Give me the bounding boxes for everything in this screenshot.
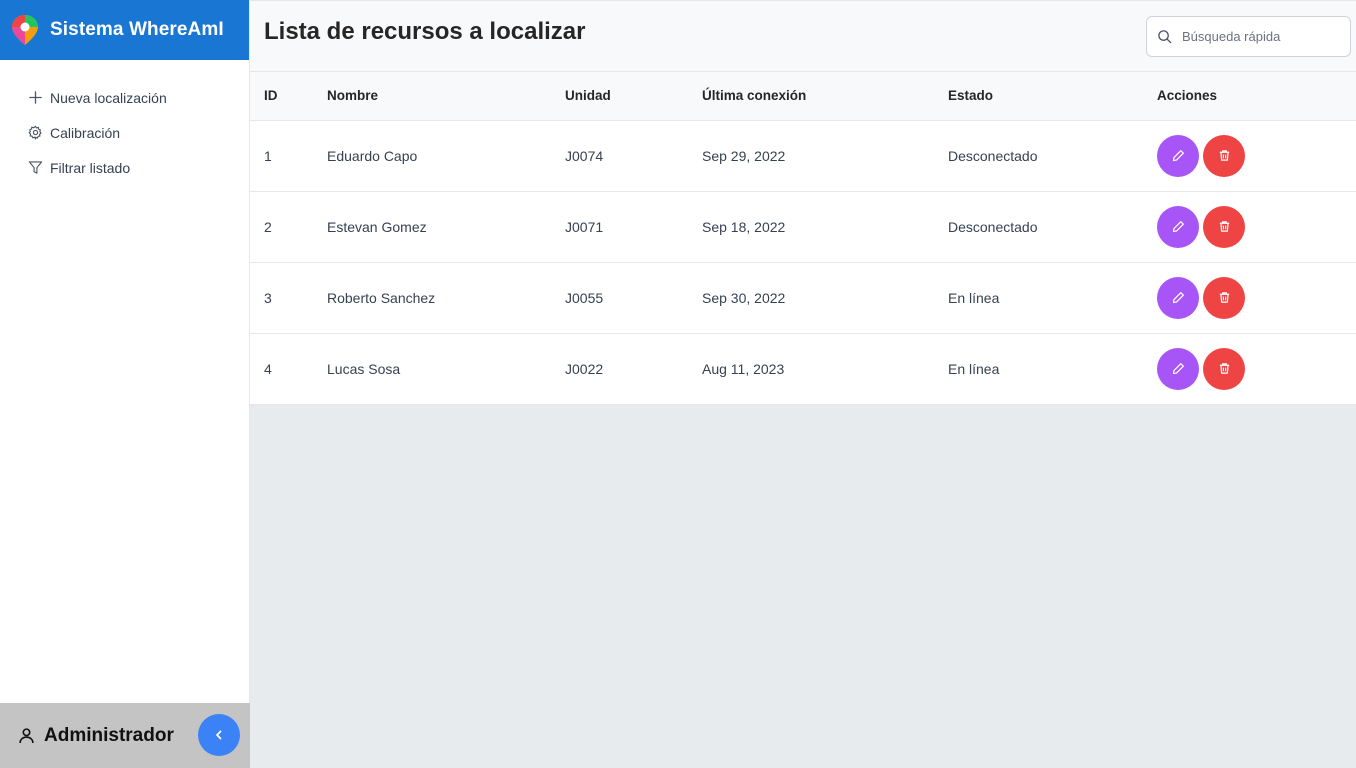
cell-id: 2 [250,191,327,263]
cell-nombre: Roberto Sanchez [327,262,565,334]
cell-ultima-conexion: Sep 29, 2022 [702,120,948,192]
sidebar: Sistema WhereAmI Nueva localización Cali… [0,0,250,768]
cell-ultima-conexion: Sep 30, 2022 [702,262,948,334]
column-header-id[interactable]: ID [250,72,327,121]
cell-estado: En línea [948,262,1157,334]
delete-button[interactable] [1203,276,1245,319]
cell-nombre: Eduardo Capo [327,120,565,192]
sidebar-item-label: Calibración [50,124,121,141]
filter-icon [28,161,43,174]
column-header-nombre[interactable]: Nombre [327,72,565,121]
column-header-ultima-conexion[interactable]: Última conexión [702,72,948,121]
cell-unidad: J0071 [565,191,702,263]
table-row[interactable]: 3 Roberto Sanchez J0055 Sep 30, 2022 En … [250,262,1356,334]
cell-nombre: Lucas Sosa [327,333,565,405]
cell-nombre: Estevan Gomez [327,191,565,263]
cell-id: 4 [250,333,327,405]
table-header-row: ID Nombre Unidad Última conexión Estado … [250,72,1356,121]
cell-ultima-conexion: Sep 18, 2022 [702,191,948,263]
cell-unidad: J0022 [565,333,702,405]
pencil-icon [1172,363,1184,375]
edit-button[interactable] [1157,276,1199,319]
main-content: Lista de recursos a localizar ID Nombre … [250,0,1356,768]
delete-button[interactable] [1203,347,1245,390]
cell-ultima-conexion: Aug 11, 2023 [702,333,948,405]
cell-id: 3 [250,262,327,334]
search-input[interactable] [1182,29,1332,44]
cell-acciones [1157,262,1356,334]
user-icon [19,728,34,744]
trash-icon [1219,221,1229,232]
user-name: Administrador [44,724,174,746]
user-bar: Administrador [0,703,250,768]
cell-estado: En línea [948,333,1157,405]
edit-button[interactable] [1157,347,1199,390]
edit-button[interactable] [1157,205,1199,248]
cell-id: 1 [250,120,327,192]
collapse-sidebar-button[interactable] [198,714,240,756]
sidebar-item-nueva-localizacion[interactable]: Nueva localización [0,80,249,115]
sidebar-item-label: Nueva localización [50,89,167,106]
delete-button[interactable] [1203,205,1245,248]
cell-acciones [1157,191,1356,263]
delete-button[interactable] [1203,134,1245,177]
plus-icon [29,91,42,104]
cell-acciones [1157,120,1356,192]
app-title: Sistema WhereAmI [50,19,224,40]
sidebar-item-label: Filtrar listado [50,159,131,176]
column-header-unidad[interactable]: Unidad [565,72,702,121]
table-row[interactable]: 4 Lucas Sosa J0022 Aug 11, 2023 En línea [250,333,1356,405]
sidebar-item-filtrar-listado[interactable]: Filtrar listado [0,150,249,185]
trash-icon [1219,150,1229,161]
quick-search[interactable] [1146,16,1351,57]
page-title: Lista de recursos a localizar [264,18,586,45]
column-header-acciones: Acciones [1157,72,1356,121]
pencil-icon [1172,221,1184,233]
table-row[interactable]: 2 Estevan Gomez J0071 Sep 18, 2022 Desco… [250,191,1356,263]
chevron-left-icon [216,730,222,740]
gear-icon [28,125,42,140]
cell-unidad: J0055 [565,262,702,334]
column-header-estado[interactable]: Estado [948,72,1157,121]
sidebar-menu: Nueva localización Calibración Filtrar l… [0,60,249,185]
cell-estado: Desconectado [948,191,1157,263]
search-icon [1158,30,1172,44]
page-header: Lista de recursos a localizar [250,0,1356,72]
table-row[interactable]: 1 Eduardo Capo J0074 Sep 29, 2022 Descon… [250,120,1356,192]
cell-acciones [1157,333,1356,405]
cell-estado: Desconectado [948,120,1157,192]
edit-button[interactable] [1157,134,1199,177]
cell-unidad: J0074 [565,120,702,192]
resources-table: ID Nombre Unidad Última conexión Estado … [250,72,1356,405]
brand-header[interactable]: Sistema WhereAmI [0,0,249,60]
pencil-icon [1172,292,1184,304]
trash-icon [1219,363,1229,374]
sidebar-item-calibracion[interactable]: Calibración [0,115,249,150]
trash-icon [1219,292,1229,303]
pencil-icon [1172,150,1184,162]
app-logo-icon [12,15,38,45]
